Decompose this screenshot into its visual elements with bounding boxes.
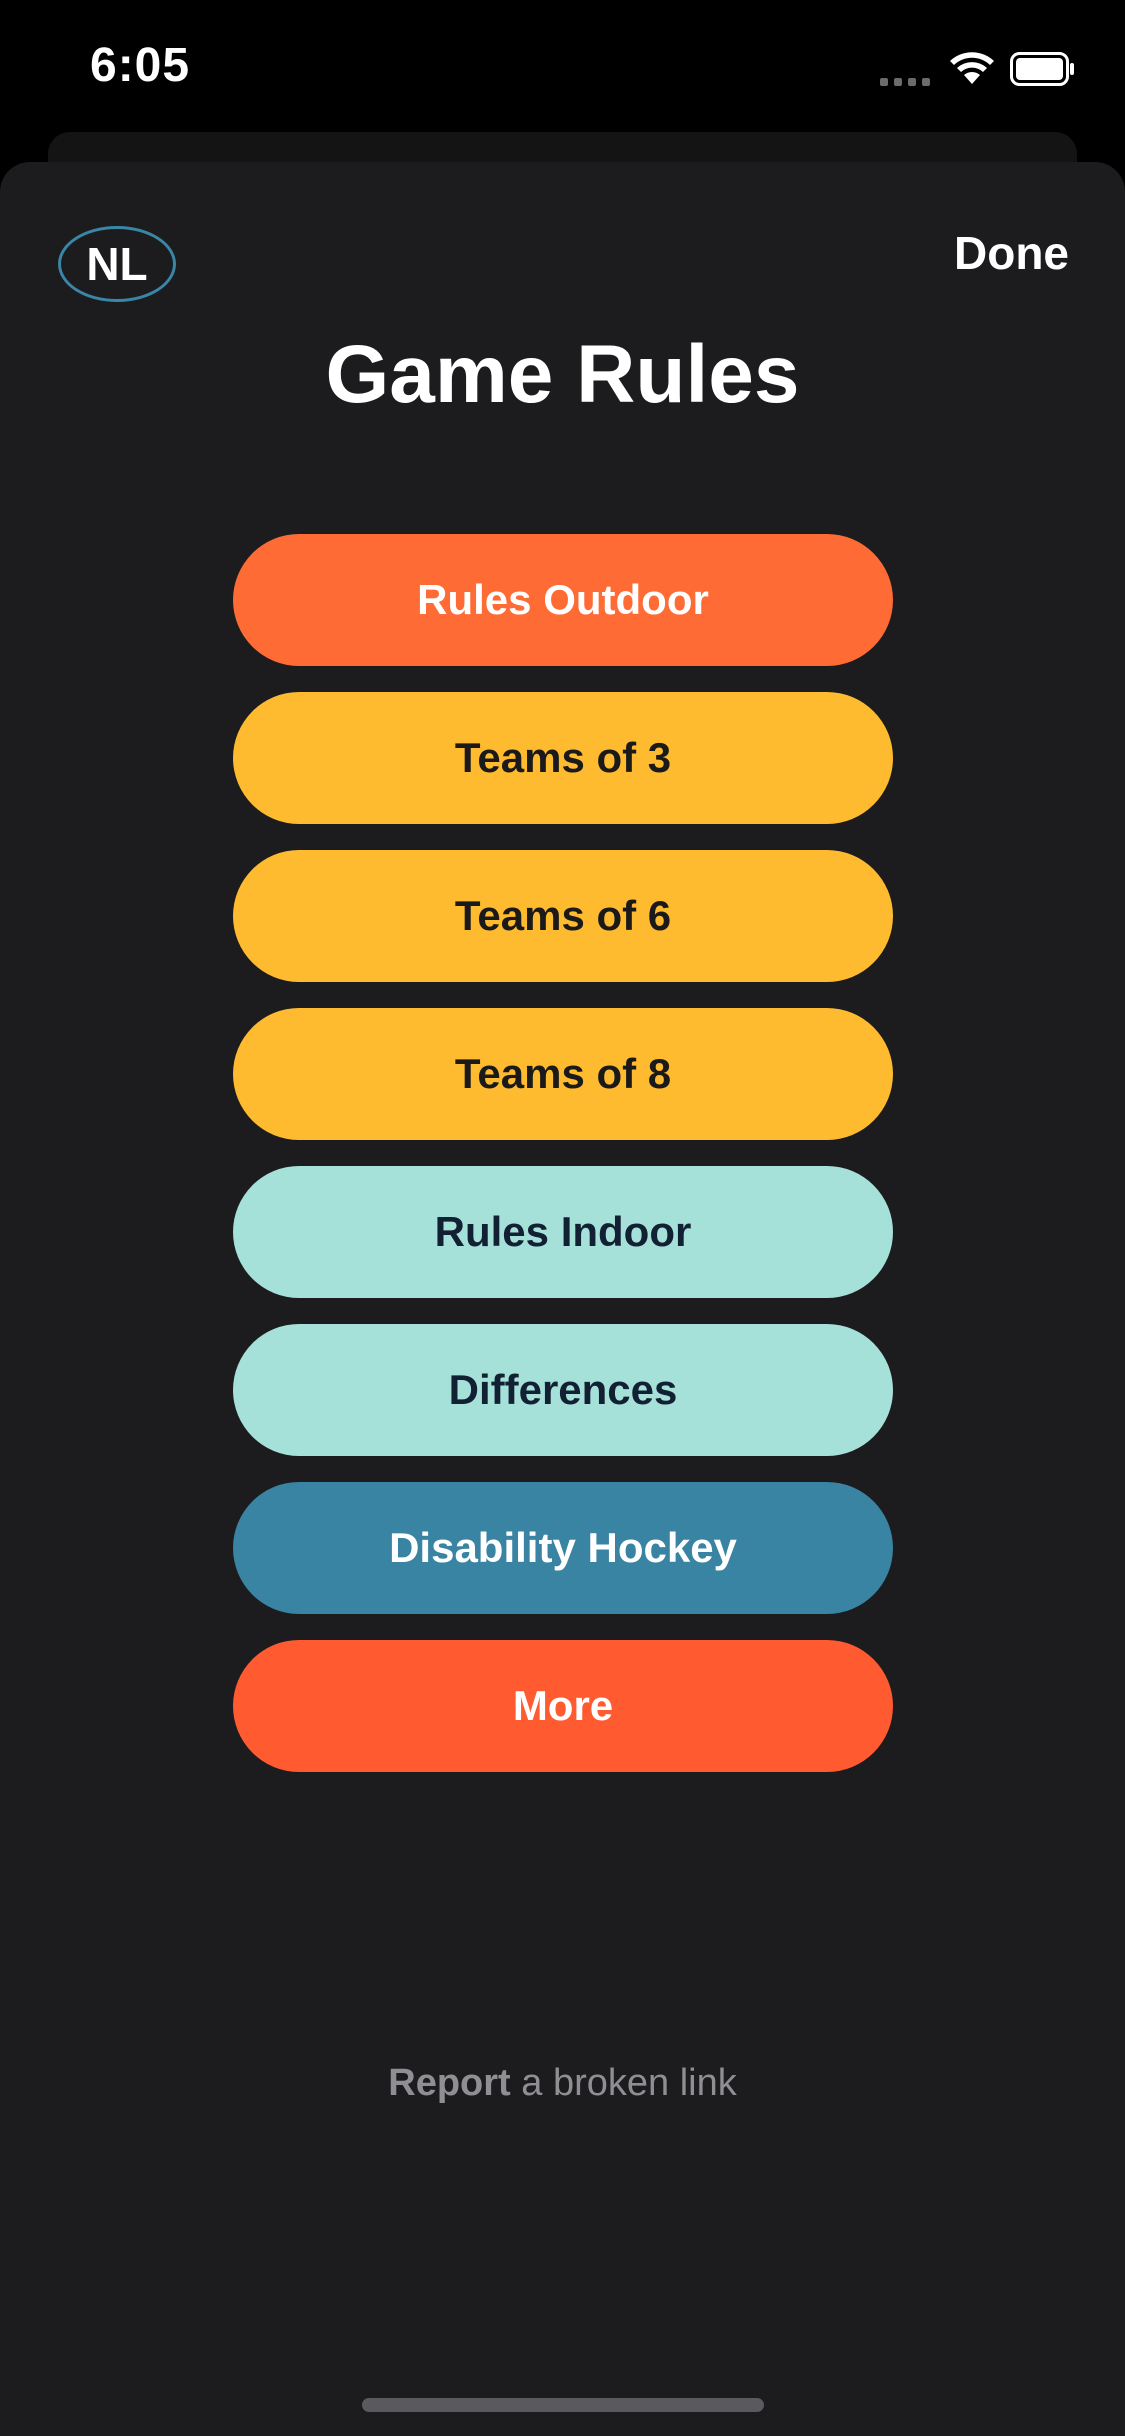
wifi-icon [950,52,994,84]
done-button[interactable]: Done [954,226,1069,280]
more-button[interactable]: More [233,1640,893,1772]
home-indicator[interactable] [362,2398,764,2412]
battery-icon [1010,52,1074,86]
disability-hockey-button[interactable]: Disability Hockey [233,1482,893,1614]
report-link-text: a broken link [510,2062,737,2104]
teams-of-3-button[interactable]: Teams of 3 [233,692,893,824]
report-broken-link[interactable]: Report a broken link [0,2062,1125,2105]
differences-button[interactable]: Differences [233,1324,893,1456]
status-bar: 6:05 [0,0,1125,132]
teams-of-6-button[interactable]: Teams of 6 [233,850,893,982]
language-toggle-button[interactable]: NL [58,226,176,302]
rules-outdoor-button[interactable]: Rules Outdoor [233,534,893,666]
report-link-strong: Report [388,2062,511,2104]
rules-menu: Rules Outdoor Teams of 3 Teams of 6 Team… [233,534,893,1798]
screen: 6:05 NL Done Game Rules Rules Outdoor Te… [0,0,1125,2436]
page-title: Game Rules [325,329,800,420]
teams-of-8-button[interactable]: Teams of 8 [233,1008,893,1140]
status-time: 6:05 [90,39,191,92]
game-rules-sheet: NL Done Game Rules Rules Outdoor Teams o… [0,162,1125,2436]
cellular-signal-icon [880,76,932,86]
rules-indoor-button[interactable]: Rules Indoor [233,1166,893,1298]
